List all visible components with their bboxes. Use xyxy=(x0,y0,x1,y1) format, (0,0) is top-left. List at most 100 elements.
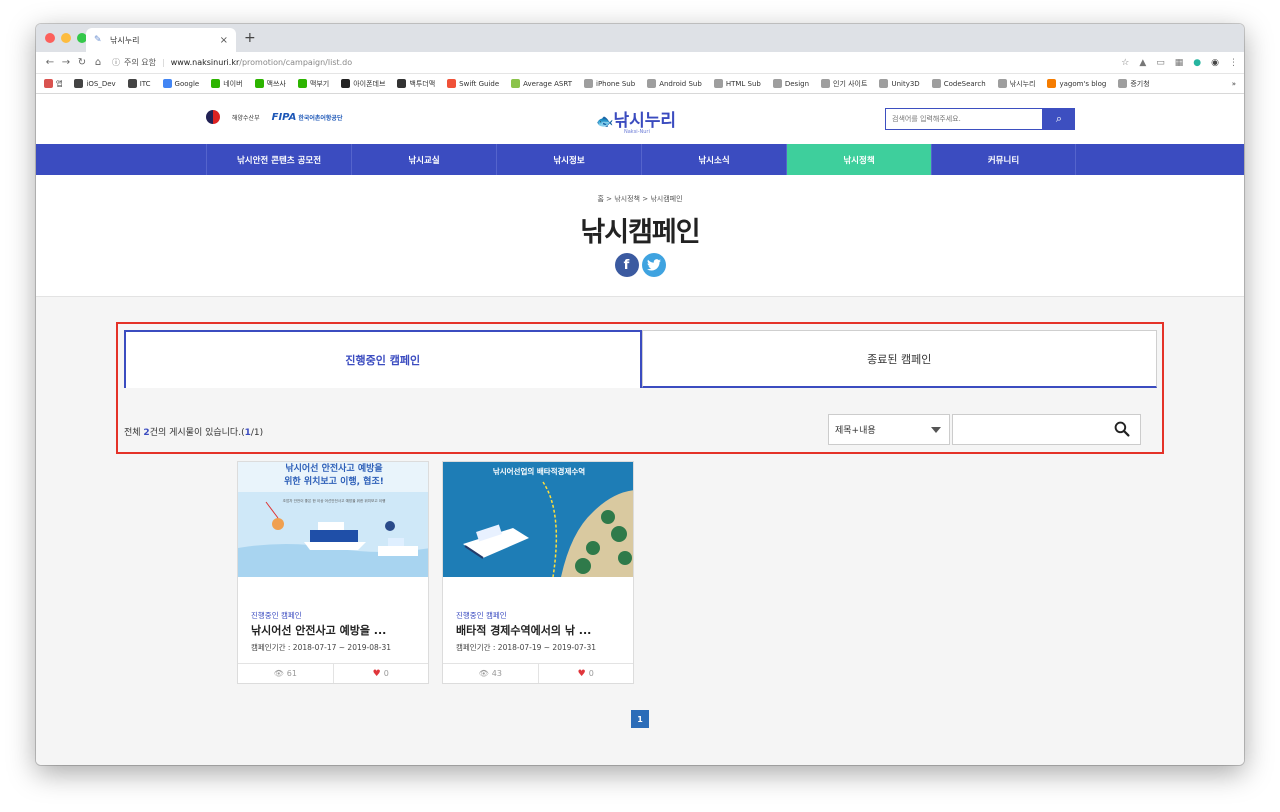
card-category: 진행중인 캠페인 xyxy=(456,611,507,620)
bookmark-item[interactable]: 증기청 xyxy=(1118,79,1150,89)
extension-drive-icon[interactable]: ▲ xyxy=(1139,58,1146,68)
new-tab-button[interactable]: + xyxy=(244,30,256,46)
card-title[interactable]: 낚시어선 안전사고 예방을 ... xyxy=(251,622,386,638)
extension-box-icon[interactable]: ▭ xyxy=(1156,58,1165,68)
nav-item[interactable]: 낚시정보 xyxy=(496,144,641,175)
bookmark-label: iPhone Sub xyxy=(596,79,636,88)
bookmark-item[interactable]: ITC xyxy=(127,79,151,88)
address-bar[interactable]: ⓘ 주의 요함 | www.naksinuri.kr /promotion/ca… xyxy=(112,54,1121,72)
site-search-input[interactable] xyxy=(885,108,1043,130)
bookmark-item[interactable]: Average ASRT xyxy=(511,79,572,88)
bookmark-folder-icon xyxy=(931,79,941,88)
nav-item[interactable]: 낚시소식 xyxy=(641,144,786,175)
site-search-button[interactable]: ⌕ xyxy=(1043,108,1075,130)
bookmark-item[interactable]: HTML Sub xyxy=(713,79,761,88)
thumb-headline-1: 낚시어선업의 배타적경제수역 xyxy=(493,466,585,476)
card-views: 👁 61 xyxy=(238,664,333,683)
title-area: 홈 > 낚시정책 > 낚시캠페인 낚시캠페인 f xyxy=(36,175,1244,297)
twitter-share-icon[interactable] xyxy=(641,253,666,277)
bookmark-item[interactable]: Design xyxy=(772,79,810,88)
eye-icon: 👁 xyxy=(273,669,284,678)
bookmark-item[interactable]: iPhone Sub xyxy=(584,79,635,88)
search-icon: ⌕ xyxy=(1055,112,1063,125)
bookmark-item[interactable]: Unity3D xyxy=(879,79,920,88)
bookmark-item[interactable]: 앱 xyxy=(44,79,62,89)
bookmark-folder-icon xyxy=(997,79,1007,88)
thumb-headline-1: 낚시어선 안전사고 예방을 xyxy=(285,462,382,474)
profile-avatar[interactable]: ◉ xyxy=(1211,58,1219,68)
bookmark-folder-icon xyxy=(447,79,457,88)
thumb-headline-2: 위한 위치보고 이행, 협조! xyxy=(284,475,384,487)
bookmark-item[interactable]: 낚시누리 xyxy=(997,79,1035,89)
back-arrow-icon[interactable]: ← xyxy=(42,57,58,68)
bookmark-item[interactable]: Google xyxy=(162,79,199,88)
bookmark-label: iOS_Dev xyxy=(86,79,116,88)
nav-item[interactable]: 낚시안전 콘텐츠 공모전 xyxy=(206,144,351,175)
bookmark-item[interactable]: yagom's blog xyxy=(1047,79,1106,88)
pagination-page-1[interactable]: 1 xyxy=(631,710,649,728)
card-likes[interactable]: ♥ 0 xyxy=(537,664,634,683)
close-window-button[interactable] xyxy=(45,33,55,43)
info-icon[interactable]: ⓘ xyxy=(112,57,120,68)
bookmark-item[interactable]: CodeSearch xyxy=(931,79,986,88)
campaign-thumbnail[interactable]: 낚시어선 안전사고 예방을 위한 위치보고 이행, 협조! 조업자 안전이 좋은… xyxy=(238,462,428,577)
home-icon[interactable]: ⌂ xyxy=(90,57,106,68)
site-header: 해양수산부 FIPA 한국어촌어항공단 🐟낚시누리 Naksi-Nuri ⌕ xyxy=(36,94,1244,144)
bookmark-label: 맥쓰사 xyxy=(266,79,286,88)
card-stats: 👁 43 ♥ 0 xyxy=(443,663,633,683)
minimize-window-button[interactable] xyxy=(61,33,71,43)
heart-icon: ♥ xyxy=(372,668,381,679)
bookmark-item[interactable]: 백투더맥 xyxy=(397,79,435,89)
web-page: 해양수산부 FIPA 한국어촌어항공단 🐟낚시누리 Naksi-Nuri ⌕ 낚… xyxy=(36,94,1244,765)
bookmark-label: Swift Guide xyxy=(459,79,500,88)
campaign-card[interactable]: 낚시어선 안전사고 예방을 위한 위치보고 이행, 협조! 조업자 안전이 좋은… xyxy=(237,461,429,684)
bookmark-item[interactable]: 맥부기 xyxy=(297,79,329,89)
forward-arrow-icon[interactable]: → xyxy=(58,57,74,68)
extension-circle-icon[interactable]: ● xyxy=(1193,58,1201,68)
bookmark-item[interactable]: Swift Guide xyxy=(447,79,499,88)
reload-icon[interactable]: ↻ xyxy=(74,57,90,68)
tab-close-icon[interactable]: × xyxy=(220,35,228,46)
logo-text: 낚시누리 xyxy=(613,111,676,131)
url-path: /promotion/campaign/list.do xyxy=(239,58,353,67)
card-likes[interactable]: ♥ 0 xyxy=(332,664,429,683)
bookmark-folder-icon xyxy=(44,79,53,88)
bookmark-folder-icon xyxy=(162,79,172,88)
gov-label: 해양수산부 xyxy=(232,114,260,122)
site-logo[interactable]: 🐟낚시누리 Naksi-Nuri xyxy=(596,106,676,135)
fipa-sub-label: 한국어촌어항공단 xyxy=(298,114,343,122)
campaign-card[interactable]: 낚시어선업의 배타적경제수역 진행중인 캠페인 배타적 경제수역에서의 낚 ..… xyxy=(442,461,634,684)
bookmark-item[interactable]: 아이폰데브 xyxy=(341,79,385,89)
facebook-share-icon[interactable]: f xyxy=(614,253,639,277)
bookmark-label: Design xyxy=(784,79,810,88)
tab-strip: ✎ 낚시누리 × + xyxy=(36,24,1244,52)
menu-kebab-icon[interactable]: ⋮ xyxy=(1229,58,1238,68)
bookmark-item[interactable]: 네이버 xyxy=(211,79,243,89)
bookmark-item[interactable]: Android Sub xyxy=(647,79,702,88)
bookmark-label: Android Sub xyxy=(659,79,702,88)
bookmark-item[interactable]: iOS_Dev xyxy=(74,79,116,88)
bookmark-folder-icon xyxy=(341,79,351,88)
card-views: 👁 43 xyxy=(443,664,538,683)
nav-item[interactable]: 커뮤니티 xyxy=(931,144,1076,175)
bookmark-item[interactable]: 인기 사이트 xyxy=(821,79,867,89)
browser-tab[interactable]: ✎ 낚시누리 × xyxy=(86,28,236,52)
breadcrumb: 홈 > 낚시정책 > 낚시캠페인 xyxy=(597,195,683,203)
bookmark-star-icon[interactable]: ☆ xyxy=(1121,58,1129,68)
site-search: ⌕ xyxy=(885,108,1075,130)
card-stats: 👁 61 ♥ 0 xyxy=(238,663,428,683)
bookmarks-more-icon[interactable]: » xyxy=(1232,80,1236,88)
bookmark-folder-icon xyxy=(254,79,264,88)
bookmark-label: 증기청 xyxy=(1130,79,1150,88)
bookmark-item[interactable]: 맥쓰사 xyxy=(254,79,286,89)
highlight-annotation-box xyxy=(116,322,1164,454)
bookmarks-bar: 앱 iOS_Dev ITC Google 네이버 맥쓰사 맥부기 아이폰데브 백투더맥 Swift… xyxy=(36,74,1244,94)
browser-window: ✎ 낚시누리 × + ← → ↻ ⌂ ⓘ 주의 요함 | www.naksinu… xyxy=(36,24,1244,765)
bookmark-label: 백투더맥 xyxy=(409,79,436,88)
nav-item[interactable]: 낚시교실 xyxy=(351,144,496,175)
campaign-thumbnail[interactable]: 낚시어선업의 배타적경제수역 xyxy=(443,462,633,577)
government-logos[interactable]: 해양수산부 FIPA 한국어촌어항공단 xyxy=(206,110,342,124)
extension-grid-icon[interactable]: ▦ xyxy=(1175,58,1184,68)
card-title[interactable]: 배타적 경제수역에서의 낚 ... xyxy=(456,622,591,638)
nav-item[interactable]: 낚시정책 xyxy=(786,144,931,175)
